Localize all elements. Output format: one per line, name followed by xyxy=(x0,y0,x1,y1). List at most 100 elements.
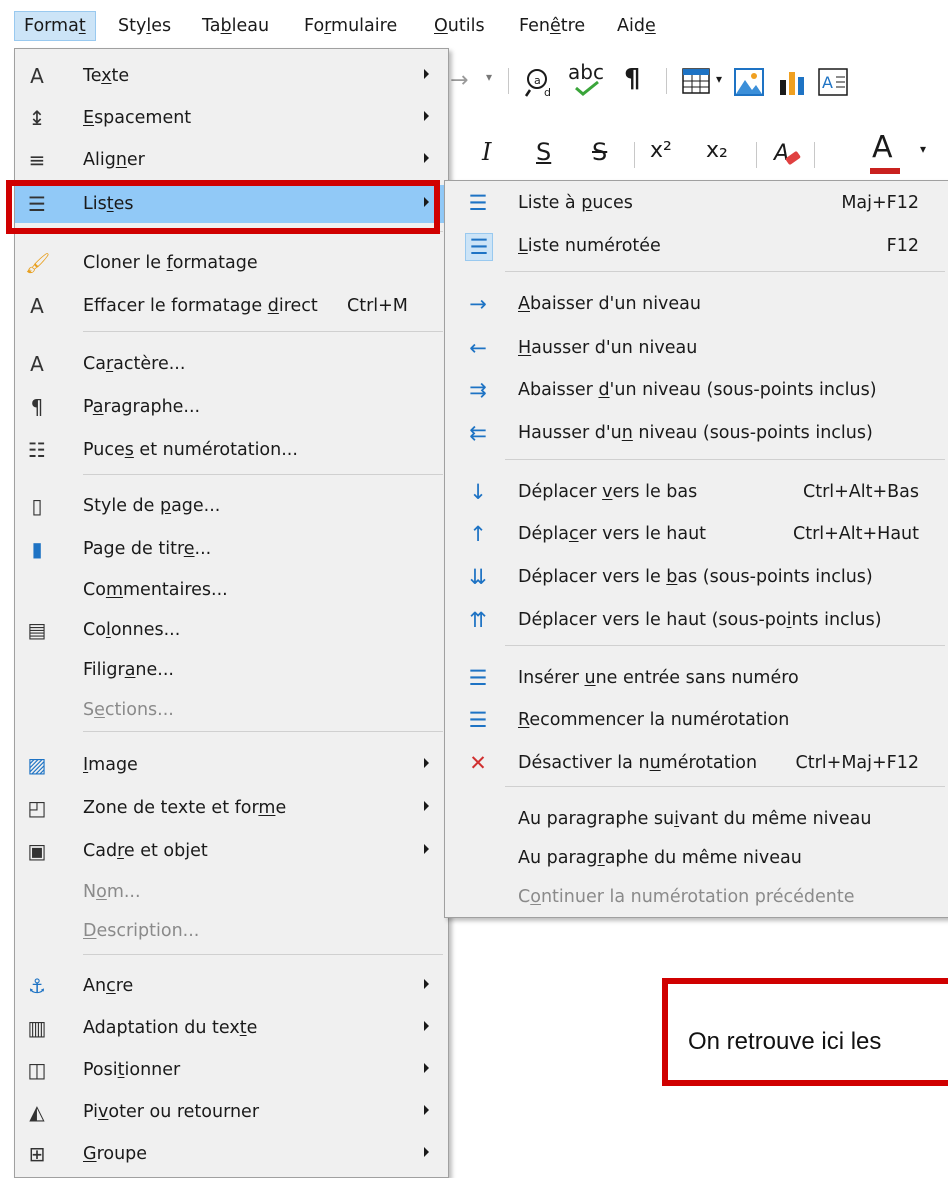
format-menu-item-adaptation-du-texte[interactable]: ▥ Adaptation du texte xyxy=(15,1009,448,1047)
format-menu-item-texte[interactable]: A Texte xyxy=(15,57,448,95)
format-menu-item-colonnes[interactable]: ▤ Colonnes... xyxy=(15,611,448,649)
title-page-icon: ▮ xyxy=(31,537,43,561)
text-box-shape-icon: ◰ xyxy=(27,796,47,820)
menu-item-label: Déplacer vers le haut xyxy=(518,524,707,544)
listes-item-recommencer-la-numérotation[interactable]: ☰ Recommencer la numérotation xyxy=(445,701,948,739)
strikethrough-icon[interactable]: S xyxy=(592,138,607,166)
font-color-icon[interactable]: A xyxy=(870,130,900,174)
format-menu-item-cadre-et-objet[interactable]: ▣ Cadre et objet xyxy=(15,832,448,870)
menu-aide[interactable]: Aide xyxy=(608,12,665,40)
listes-item-déplacer-vers-le-bas-sous-points-inclus[interactable]: ⇊ Déplacer vers le bas (sous-points inclu… xyxy=(445,558,948,596)
chart-icon[interactable] xyxy=(778,68,806,102)
format-menu-item-style-de-page[interactable]: ▯ Style de page... xyxy=(15,487,448,525)
format-menu-item-aligner[interactable]: ≡ Aligner xyxy=(15,141,448,179)
table-icon[interactable] xyxy=(682,68,710,100)
redo-arrow-icon[interactable]: → xyxy=(450,68,468,93)
svg-text:A: A xyxy=(822,73,833,92)
menu-item-shortcut: F12 xyxy=(886,236,919,256)
dropdown-arrow-icon[interactable]: ▾ xyxy=(716,72,722,86)
textbox-icon[interactable]: A xyxy=(818,68,848,102)
listes-item-abaisser-d-un-niveau-sous-points-inclus[interactable]: ⇉ Abaisser d'un niveau (sous-points inclu… xyxy=(445,371,948,409)
menu-item-label: Effacer le formatage direct xyxy=(83,296,318,316)
listes-item-hausser-d-un-niveau-sous-points-inclus[interactable]: ⇇ Hausser d'un niveau (sous-points inclus… xyxy=(445,414,948,452)
menu-item-label: Hausser d'un niveau (sous-points inclus) xyxy=(518,423,873,443)
superscript-icon[interactable]: x² xyxy=(650,138,672,163)
dropdown-arrow-icon[interactable]: ▾ xyxy=(920,142,926,156)
menu-item-label: Espacement xyxy=(83,108,192,128)
menu-item-label: Groupe xyxy=(83,1144,148,1164)
listes-item-au-paragraphe-du-même-niveau[interactable]: Au paragraphe du même niveau xyxy=(445,839,948,877)
font-color-letter: A xyxy=(872,130,893,165)
callout-text: On retrouve ici les xyxy=(688,1028,882,1055)
format-menu-item-puces-et-numérotation[interactable]: ☷ Puces et numérotation... xyxy=(15,431,448,469)
menu-item-label: Caractère... xyxy=(83,354,186,374)
menu-item-label: Nom... xyxy=(83,882,141,902)
image-icon[interactable] xyxy=(734,68,764,102)
menu-item-label: Aligner xyxy=(83,150,145,170)
submenu-arrow-icon xyxy=(424,153,429,163)
menu-item-label: Liste à puces xyxy=(518,193,633,213)
menu-separator xyxy=(505,786,945,787)
submenu-arrow-icon xyxy=(424,801,429,811)
format-menu-item-positionner[interactable]: ◫ Positionner xyxy=(15,1051,448,1089)
menu-separator xyxy=(83,954,443,955)
find-replace-icon[interactable]: ad xyxy=(524,66,556,104)
listes-item-liste-numérotée[interactable]: ☰ Liste numérotée F12 xyxy=(445,227,948,265)
listes-item-désactiver-la-numérotation[interactable]: ✕ Désactiver la numérotation Ctrl+Maj+F12 xyxy=(445,744,948,782)
toolbar-separator xyxy=(814,142,815,168)
menu-tableau[interactable]: Tableau xyxy=(193,12,278,40)
format-menu-item-effacer-le-formatage-direct[interactable]: A Effacer le formatage direct Ctrl+M xyxy=(15,287,448,325)
spellcheck-icon[interactable]: abc xyxy=(568,60,604,96)
format-menu-item-caractère[interactable]: A Caractère... xyxy=(15,345,448,383)
format-menu-item-pivoter-ou-retourner[interactable]: ◭ Pivoter ou retourner xyxy=(15,1093,448,1131)
menu-fenetre[interactable]: Fenêtre xyxy=(510,12,594,40)
format-menu-item-commentaires[interactable]: Commentaires... xyxy=(15,571,448,609)
menu-item-label: Description... xyxy=(83,921,200,941)
format-menu-item-paragraphe[interactable]: ¶ Paragraphe... xyxy=(15,388,448,426)
menu-item-label: Puces et numérotation... xyxy=(83,440,298,460)
menu-item-label: Cloner le formatage xyxy=(83,253,258,273)
menu-styles[interactable]: Styles xyxy=(109,12,180,40)
subscript-icon[interactable]: x₂ xyxy=(706,138,728,163)
toolbar-separator xyxy=(634,142,635,168)
underline-icon[interactable]: S xyxy=(536,138,551,166)
svg-text:d: d xyxy=(544,86,551,98)
menu-item-shortcut: Ctrl+Maj+F12 xyxy=(795,753,919,773)
highlight-box xyxy=(6,180,440,234)
format-menu-item-espacement[interactable]: ↨ Espacement xyxy=(15,99,448,137)
menu-item-label: Liste numérotée xyxy=(518,236,661,256)
listes-item-abaisser-d-un-niveau[interactable]: → Abaisser d'un niveau xyxy=(445,285,948,323)
listes-item-déplacer-vers-le-haut[interactable]: ↑ Déplacer vers le haut Ctrl+Alt+Haut xyxy=(445,515,948,553)
menu-item-label: Adaptation du texte xyxy=(83,1018,258,1038)
character-icon: A xyxy=(30,352,44,376)
menu-formulaire[interactable]: Formulaire xyxy=(295,12,406,40)
format-menu-item-image[interactable]: ▨ Image xyxy=(15,746,448,784)
format-menu-item-ancre[interactable]: ⚓ Ancre xyxy=(15,967,448,1005)
menu-format[interactable]: Format xyxy=(14,11,96,41)
format-menu-item-zone-de-texte-et-forme[interactable]: ◰ Zone de texte et forme xyxy=(15,789,448,827)
toolbar-separator xyxy=(666,68,667,94)
menu-item-label: Hausser d'un niveau xyxy=(518,338,698,358)
format-menu-item-cloner-le-formatage[interactable]: 🖌 Cloner le formatage xyxy=(15,244,448,282)
menu-item-shortcut: Ctrl+Alt+Haut xyxy=(793,524,919,544)
submenu-arrow-icon xyxy=(424,1147,429,1157)
listes-item-déplacer-vers-le-bas[interactable]: ↓ Déplacer vers le bas Ctrl+Alt+Bas xyxy=(445,473,948,511)
format-menu-item-filigrane[interactable]: Filigrane... xyxy=(15,651,448,689)
pilcrow-icon[interactable]: ¶ xyxy=(624,64,641,94)
listes-item-déplacer-vers-le-haut-sous-points-inclus[interactable]: ⇈ Déplacer vers le haut (sous-points incl… xyxy=(445,601,948,639)
clear-format-icon[interactable]: A xyxy=(772,138,802,174)
menubar: Format Styles Tableau Formulaire Outils … xyxy=(0,0,948,50)
menu-outils[interactable]: Outils xyxy=(425,12,494,40)
menu-item-label: Déplacer vers le haut (sous-points inclu… xyxy=(518,610,882,630)
listes-item-hausser-d-un-niveau[interactable]: ← Hausser d'un niveau xyxy=(445,329,948,367)
listes-item-liste-à-puces[interactable]: ☰ Liste à puces Maj+F12 xyxy=(445,184,948,222)
format-menu-item-groupe[interactable]: ⊞ Groupe xyxy=(15,1135,448,1173)
listes-item-au-paragraphe-suivant-du-même-niveau[interactable]: Au paragraphe suivant du même niveau xyxy=(445,800,948,838)
italic-icon[interactable]: I xyxy=(482,138,491,166)
arrow-up-icon: ↑ xyxy=(469,522,487,546)
listes-item-insérer-une-entrée-sans-numéro[interactable]: ☰ Insérer une entrée sans numéro xyxy=(445,659,948,697)
menu-item-label: Déplacer vers le bas (sous-points inclus… xyxy=(518,567,873,587)
dropdown-arrow-icon[interactable]: ▾ xyxy=(486,70,492,84)
format-menu-item-page-de-titre[interactable]: ▮ Page de titre... xyxy=(15,530,448,568)
menu-item-label: Désactiver la numérotation xyxy=(518,753,758,773)
